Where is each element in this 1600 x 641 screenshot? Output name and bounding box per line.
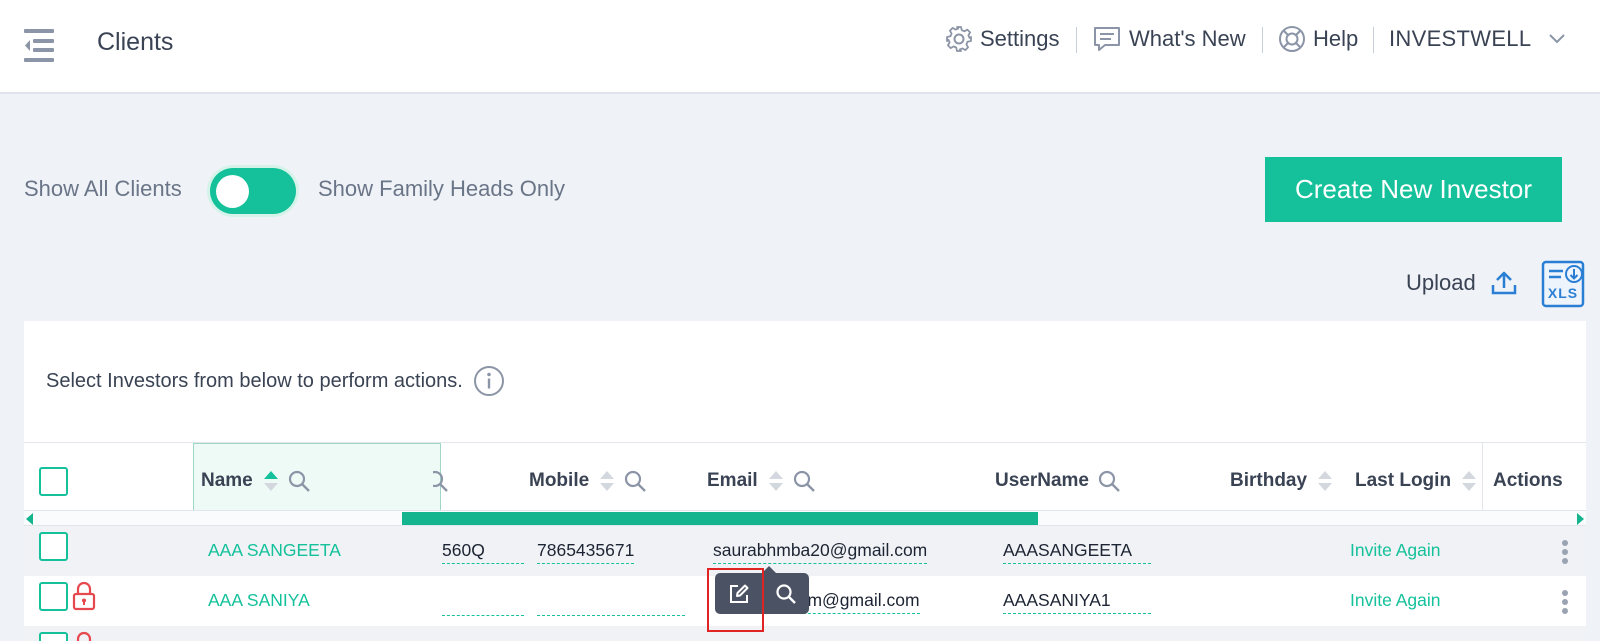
investor-name-link[interactable]: AAA SANIYA xyxy=(208,590,310,611)
toggle-knob xyxy=(216,175,249,208)
row-menu-icon[interactable] xyxy=(1560,590,1570,616)
help-label: Help xyxy=(1313,26,1359,51)
user-name: INVESTWELL xyxy=(1389,26,1532,51)
cell-action-popup xyxy=(715,566,809,614)
scrollbar-thumb[interactable] xyxy=(402,512,1038,525)
show-family-heads-label: Show Family Heads Only xyxy=(318,176,565,201)
last-login-column-label: Last Login xyxy=(1355,470,1452,491)
table-header: Name Mobile Email UserName Birthday Last… xyxy=(24,442,1586,511)
lock-icon[interactable] xyxy=(72,631,96,641)
email-cell[interactable]: saurabhmba20@gmail.com xyxy=(713,540,928,564)
select-all-checkbox[interactable] xyxy=(39,467,68,496)
invite-again-link[interactable]: Invite Again xyxy=(1350,540,1440,561)
column-header-birthday[interactable]: Birthday xyxy=(1230,467,1333,495)
mobile-column-label: Mobile xyxy=(529,470,590,491)
user-menu[interactable]: INVESTWELL xyxy=(1389,24,1566,54)
whats-new-link[interactable]: What's New xyxy=(1092,24,1246,54)
sort-icon[interactable] xyxy=(263,468,279,494)
sort-icon[interactable] xyxy=(1461,468,1477,494)
search-icon[interactable] xyxy=(792,469,816,493)
search-icon[interactable] xyxy=(1097,469,1121,493)
column-header-last-login[interactable]: Last Login xyxy=(1355,467,1477,495)
sort-icon[interactable] xyxy=(1317,468,1333,494)
scroll-right-arrow-icon[interactable] xyxy=(1576,513,1584,525)
pan-cell[interactable]: 560Q xyxy=(442,540,524,564)
username-cell[interactable]: AAASANGEETA xyxy=(1003,540,1151,564)
sort-icon[interactable] xyxy=(599,468,615,494)
page-title: Clients xyxy=(97,28,174,56)
table-row[interactable] xyxy=(24,626,1586,641)
help-link[interactable]: Help xyxy=(1278,24,1358,54)
lifebuoy-icon xyxy=(1279,26,1305,52)
header-divider xyxy=(1076,27,1077,53)
column-header-pan-partial xyxy=(433,467,449,495)
upload-icon xyxy=(1491,271,1516,295)
column-header-name[interactable]: Name xyxy=(201,467,311,495)
family-heads-toggle[interactable] xyxy=(210,168,296,214)
mobile-cell[interactable]: 7865435671 xyxy=(537,540,635,564)
column-header-mobile[interactable]: Mobile xyxy=(529,467,647,495)
scroll-left-arrow-icon[interactable] xyxy=(26,513,34,525)
whats-new-label: What's New xyxy=(1129,26,1246,51)
menu-collapse-icon[interactable] xyxy=(24,29,56,63)
row-checkbox[interactable] xyxy=(39,582,68,611)
info-icon[interactable] xyxy=(473,365,505,397)
search-icon[interactable] xyxy=(287,469,311,493)
header-divider xyxy=(1262,27,1263,53)
column-header-username[interactable]: UserName xyxy=(995,467,1121,495)
search-icon xyxy=(775,583,796,604)
birthday-column-label: Birthday xyxy=(1230,470,1308,491)
table-row[interactable]: AAA SANGEETA 560Q 7865435671 saurabhmba2… xyxy=(24,526,1586,576)
column-header-email[interactable]: Email xyxy=(707,467,816,495)
actions-divider xyxy=(1482,443,1483,511)
instruction-text: Select Investors from below to perform a… xyxy=(46,365,505,397)
upload-button[interactable]: Upload xyxy=(1406,270,1518,296)
settings-link[interactable]: Settings xyxy=(945,24,1060,54)
upload-label: Upload xyxy=(1406,270,1476,295)
mobile-cell[interactable] xyxy=(537,590,685,616)
popup-caret xyxy=(762,566,776,573)
settings-label: Settings xyxy=(980,26,1060,51)
row-checkbox[interactable] xyxy=(39,632,68,641)
edit-button[interactable] xyxy=(715,573,762,614)
edit-icon xyxy=(729,584,748,603)
chevron-down-icon xyxy=(1549,34,1566,44)
row-menu-icon[interactable] xyxy=(1560,540,1570,566)
name-column-label: Name xyxy=(201,470,253,491)
create-new-investor-button[interactable]: Create New Investor xyxy=(1265,157,1562,222)
instruction-label: Select Investors from below to perform a… xyxy=(46,369,463,392)
actions-column-label: Actions xyxy=(1493,470,1563,491)
gear-icon xyxy=(946,26,972,52)
header-divider xyxy=(1373,27,1374,53)
message-icon xyxy=(1094,27,1120,51)
lock-icon[interactable] xyxy=(72,581,96,611)
pan-cell[interactable] xyxy=(442,590,524,616)
show-all-clients-label: Show All Clients xyxy=(24,176,182,201)
username-cell[interactable]: AAASANIYA1 xyxy=(1003,590,1151,614)
xls-download-icon[interactable]: XLS xyxy=(1541,260,1586,313)
xls-text: XLS xyxy=(1548,285,1578,301)
search-icon[interactable] xyxy=(433,469,449,493)
username-column-label: UserName xyxy=(995,470,1089,491)
investor-name-link[interactable]: AAA SANGEETA xyxy=(208,540,341,561)
search-icon[interactable] xyxy=(623,469,647,493)
email-column-label: Email xyxy=(707,470,758,491)
view-search-button[interactable] xyxy=(762,573,809,614)
sort-icon[interactable] xyxy=(768,468,784,494)
horizontal-scrollbar[interactable] xyxy=(24,510,1586,526)
row-checkbox[interactable] xyxy=(39,532,68,561)
top-bar: Clients Settings What's New Help INVESTW… xyxy=(0,0,1600,94)
column-header-actions: Actions xyxy=(1493,467,1563,495)
invite-again-link[interactable]: Invite Again xyxy=(1350,590,1440,611)
